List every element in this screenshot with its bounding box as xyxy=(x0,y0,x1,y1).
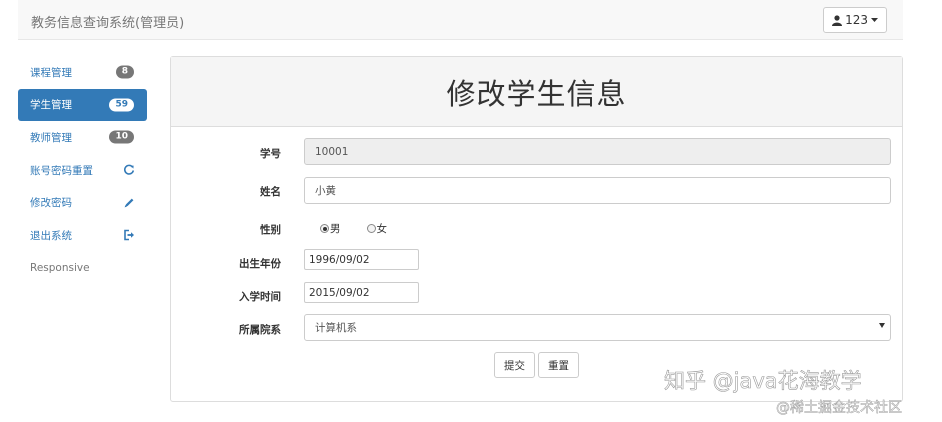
student-id-field: 10001 xyxy=(304,138,891,165)
radio-label: 男 xyxy=(330,223,341,235)
sidebar: 课程管理 8 学生管理 59 教师管理 10 账号密码重置 修改密码 退出系统 … xyxy=(18,56,147,284)
name-field[interactable]: 小黄 xyxy=(304,177,891,204)
enroll-label: 入学时间 xyxy=(239,291,281,303)
dropdown-arrow-icon xyxy=(879,323,885,328)
radio-checked-icon xyxy=(320,224,329,233)
count-badge: 59 xyxy=(109,98,134,112)
name-label: 姓名 xyxy=(260,186,281,198)
juejin-watermark: @稀土掘金技术社区 xyxy=(776,400,903,417)
logout-icon xyxy=(124,229,134,241)
enroll-date-field[interactable]: 2015/09/02 xyxy=(304,282,419,303)
gender-radio-male[interactable]: 男 xyxy=(320,221,341,236)
birth-label: 出生年份 xyxy=(239,258,281,270)
enroll-date-value: 2015/09/02 xyxy=(309,286,370,299)
reset-button[interactable]: 重置 xyxy=(538,352,579,378)
sidebar-item-reset-password[interactable]: 账号密码重置 xyxy=(18,154,147,187)
sidebar-item-students[interactable]: 学生管理 59 xyxy=(18,88,147,122)
submit-button[interactable]: 提交 xyxy=(494,352,535,378)
sidebar-item-label: Responsive xyxy=(30,261,90,274)
sidebar-item-logout[interactable]: 退出系统 xyxy=(18,219,147,252)
department-value: 计算机系 xyxy=(315,322,357,334)
page-title: 修改学生信息 xyxy=(446,76,627,111)
sidebar-item-teachers[interactable]: 教师管理 10 xyxy=(18,121,147,154)
sidebar-item-label: 账号密码重置 xyxy=(30,164,93,177)
department-select[interactable]: 计算机系 xyxy=(304,314,891,341)
sidebar-item-responsive[interactable]: Responsive xyxy=(18,252,147,285)
department-label: 所属院系 xyxy=(239,324,281,336)
gender-radio-female[interactable]: 女 xyxy=(366,221,388,236)
user-label: 123 xyxy=(845,13,868,27)
count-badge: 8 xyxy=(115,65,134,79)
student-id-value: 10001 xyxy=(315,145,349,158)
sidebar-item-label: 学生管理 xyxy=(30,99,72,112)
pencil-icon xyxy=(124,198,134,208)
sidebar-item-label: 教师管理 xyxy=(30,131,72,144)
refresh-icon xyxy=(124,164,135,175)
sidebar-item-label: 课程管理 xyxy=(30,66,72,79)
gender-label: 性别 xyxy=(260,224,281,236)
gender-radio-group: 男 女 xyxy=(320,221,387,236)
count-badge: 10 xyxy=(109,130,134,144)
edit-student-panel: 修改学生信息 学号 10001 姓名 小黄 性别 男 女 出生年份 1996/0… xyxy=(170,56,903,402)
sidebar-item-courses[interactable]: 课程管理 8 xyxy=(18,56,147,89)
caret-down-icon xyxy=(871,17,878,22)
zhihu-watermark: 知乎 @java花海教学 xyxy=(664,369,862,394)
top-navbar: 教务信息查询系统(管理员) 123 xyxy=(18,0,903,40)
sidebar-item-label: 退出系统 xyxy=(30,229,72,242)
radio-label: 女 xyxy=(376,223,388,235)
radio-unchecked-icon xyxy=(366,224,376,233)
app-title[interactable]: 教务信息查询系统(管理员) xyxy=(31,12,184,31)
birth-date-field[interactable]: 1996/09/02 xyxy=(304,249,419,270)
user-menu-button[interactable]: 123 xyxy=(823,7,887,33)
sidebar-item-change-password[interactable]: 修改密码 xyxy=(18,186,147,219)
panel-heading: 修改学生信息 xyxy=(171,57,902,127)
user-icon xyxy=(832,14,843,26)
sidebar-item-label: 修改密码 xyxy=(30,197,72,210)
student-id-label: 学号 xyxy=(260,148,281,160)
name-value: 小黄 xyxy=(315,185,336,197)
birth-date-value: 1996/09/02 xyxy=(309,253,370,266)
